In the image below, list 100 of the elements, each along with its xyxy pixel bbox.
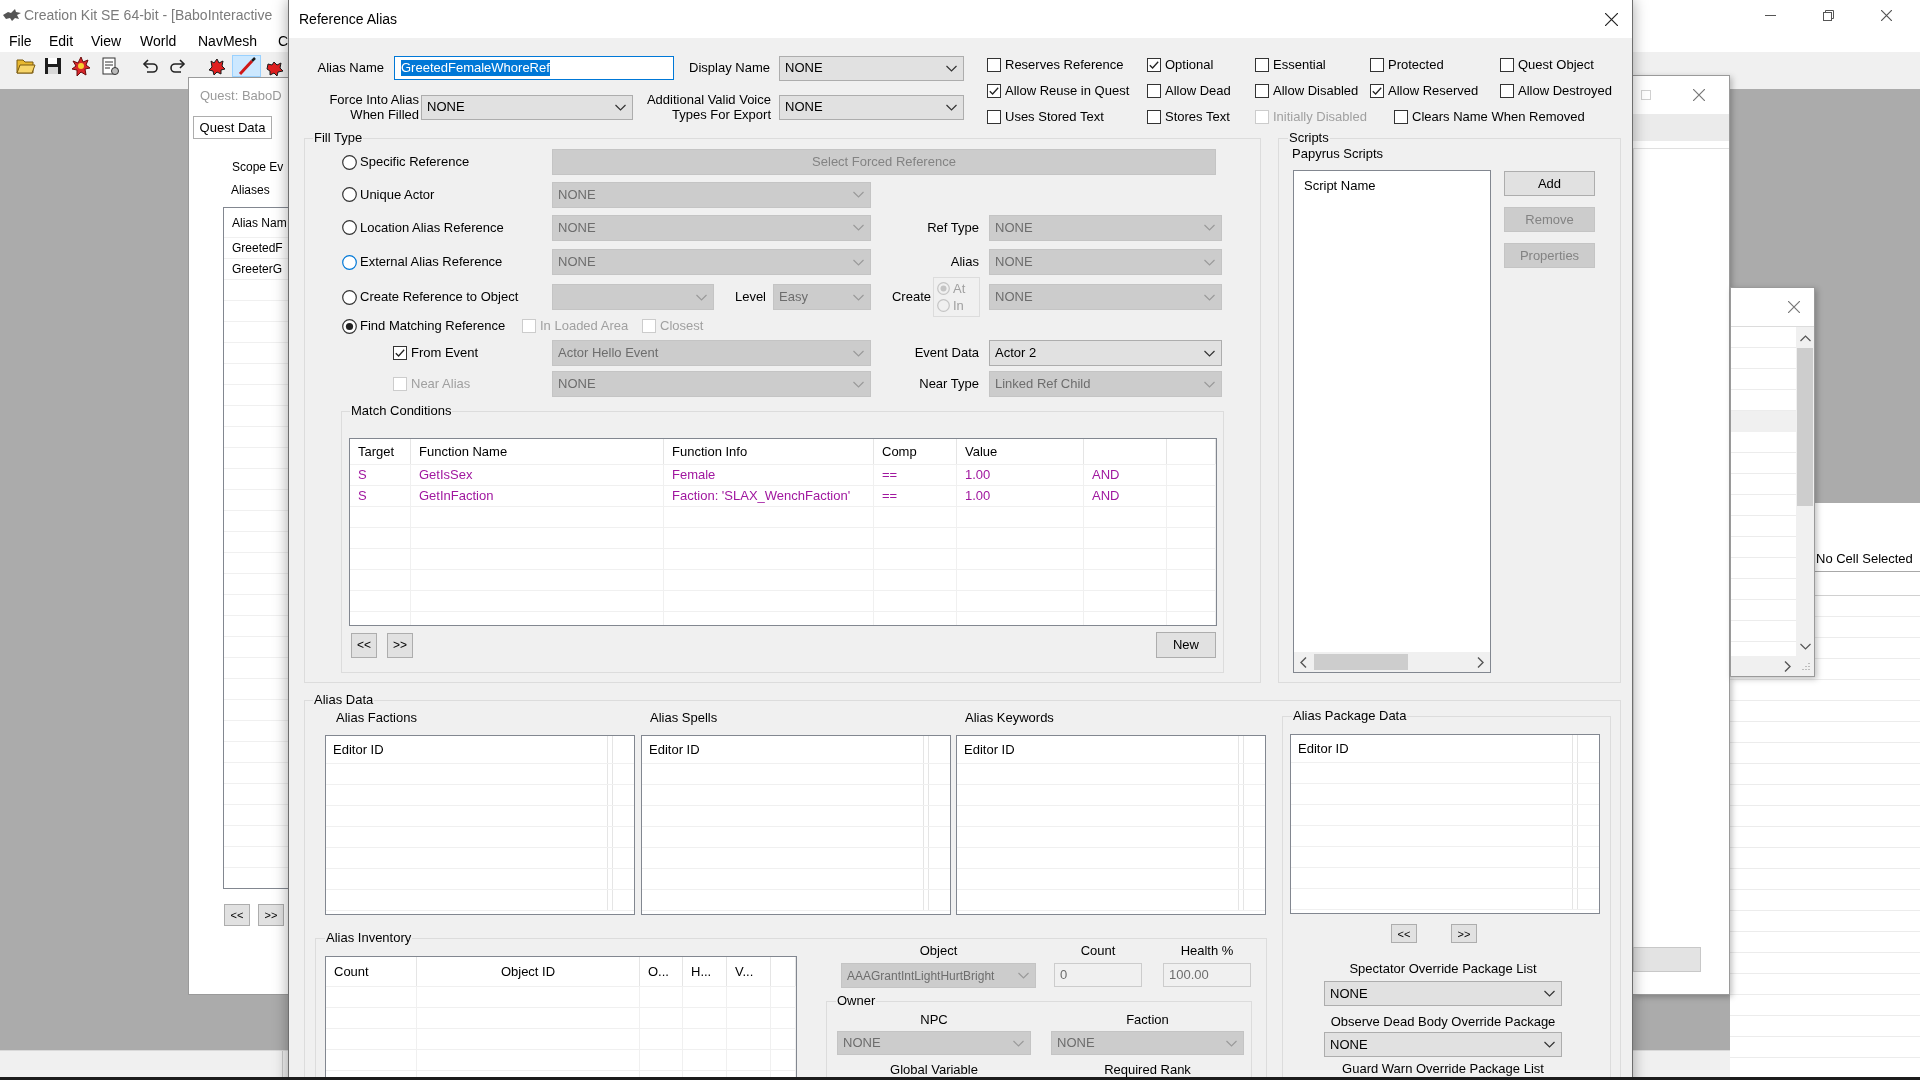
radio-button[interactable]: [342, 187, 357, 202]
tab[interactable]: Quest Data: [193, 116, 272, 139]
chevron-down-icon[interactable]: [1799, 643, 1811, 650]
table-cell: GetInFaction: [419, 488, 494, 504]
checkbox[interactable]: [987, 58, 1001, 72]
column-header[interactable]: Function Name: [419, 443, 508, 460]
radio-button[interactable]: [342, 154, 357, 170]
radio-button[interactable]: [342, 289, 357, 305]
field-label: Create: [891, 289, 931, 305]
close-icon[interactable]: [1880, 9, 1892, 21]
horizontal-scrollbar[interactable]: [1294, 652, 1490, 672]
column-header[interactable]: Function Info: [672, 443, 748, 460]
menu-item[interactable]: NavMesh: [198, 33, 258, 49]
dropdown[interactable]: Actor 2: [989, 340, 1222, 366]
checkbox[interactable]: [393, 346, 407, 360]
field-label: Force Into Alias When Filled: [328, 92, 419, 122]
column-header[interactable]: Count: [334, 963, 369, 980]
nav-button[interactable]: <<: [1391, 924, 1417, 943]
menu-item[interactable]: C: [278, 33, 289, 49]
dropdown[interactable]: NONE: [1324, 1032, 1562, 1057]
restore-icon[interactable]: [1822, 9, 1834, 21]
checkbox[interactable]: [1370, 58, 1384, 72]
chevron-down-icon: [1018, 972, 1029, 979]
column-header[interactable]: Editor ID: [1298, 740, 1349, 757]
list-item[interactable]: GreetedF: [232, 240, 283, 256]
field-label: NPC: [920, 1012, 948, 1028]
text-field[interactable]: [1633, 947, 1701, 972]
column-header[interactable]: Editor ID: [333, 741, 384, 758]
list-box[interactable]: Editor ID: [325, 735, 635, 915]
column-header[interactable]: Script Name: [1304, 178, 1376, 194]
checkbox-label: From Event: [411, 345, 479, 361]
checkbox[interactable]: [1147, 110, 1161, 124]
list-box[interactable]: Editor ID: [1290, 734, 1600, 914]
menu-item[interactable]: File: [9, 33, 32, 49]
list-box[interactable]: Alias Nam GreetedF GreeterG: [223, 207, 288, 889]
chevron-up-icon[interactable]: [1799, 335, 1811, 342]
column-header[interactable]: Editor ID: [649, 741, 700, 758]
checkbox-label: Allow Reserved: [1388, 83, 1479, 99]
checkbox[interactable]: [1147, 58, 1161, 72]
radio-button[interactable]: [342, 220, 357, 235]
checkbox[interactable]: [1147, 84, 1161, 98]
column-header[interactable]: H...: [691, 963, 712, 980]
checkbox[interactable]: [987, 110, 1001, 124]
column-header[interactable]: Alias Nam: [232, 214, 287, 231]
list-box[interactable]: Script Name: [1293, 170, 1491, 673]
chevron-down-icon: [946, 64, 957, 72]
field-label: Alias: [950, 254, 979, 270]
menu-item[interactable]: Edit: [49, 33, 74, 49]
checkbox-label: Allow Reuse in Quest: [1005, 83, 1130, 99]
column-header[interactable]: O...: [648, 963, 669, 980]
checkbox[interactable]: [1500, 58, 1514, 72]
nav-button[interactable]: <<: [224, 904, 250, 926]
chevron-down-icon: [853, 293, 864, 301]
list-item[interactable]: GreeterG: [232, 261, 282, 277]
field-label: Alias Name: [317, 60, 384, 76]
checkbox[interactable]: [1500, 84, 1514, 98]
column-header[interactable]: Value: [965, 443, 998, 460]
dropdown[interactable]: NONE: [421, 94, 633, 120]
dropdown[interactable]: NONE: [779, 94, 964, 120]
minimize-icon[interactable]: [1764, 14, 1776, 16]
close-icon[interactable]: [1605, 12, 1618, 26]
menu-item[interactable]: World: [140, 33, 177, 49]
section-label: Alias Factions: [336, 710, 417, 726]
checkbox[interactable]: [1255, 58, 1269, 72]
nav-button[interactable]: >>: [387, 632, 413, 658]
list-box[interactable]: Editor ID: [956, 735, 1266, 915]
checkbox[interactable]: [987, 84, 1001, 98]
nav-button[interactable]: >>: [258, 904, 284, 926]
column-header[interactable]: Comp: [882, 443, 917, 460]
text-field[interactable]: GreetedFemaleWhoreRef: [394, 56, 674, 80]
table-cell: Faction: 'SLAX_WenchFaction': [672, 488, 851, 504]
field-label: Global Variable: [890, 1062, 978, 1077]
resize-grip-icon[interactable]: [1801, 661, 1810, 671]
chevron-right-icon[interactable]: [1477, 656, 1484, 668]
chevron-down-icon: [853, 349, 864, 357]
column-header[interactable]: Object ID: [500, 963, 556, 980]
checkbox-label: Reserves Reference: [1005, 57, 1124, 73]
table-cell: S: [358, 467, 367, 483]
column-header[interactable]: Editor ID: [964, 741, 1015, 758]
action-button[interactable]: Add: [1504, 171, 1595, 196]
chevron-right-icon[interactable]: [1784, 660, 1791, 672]
vertical-scrollbar[interactable]: [1796, 327, 1814, 656]
checkbox[interactable]: [1394, 110, 1408, 124]
column-header[interactable]: Target: [358, 443, 395, 460]
checkbox[interactable]: [1255, 84, 1269, 98]
nav-button[interactable]: >>: [1451, 924, 1477, 943]
field-label: Faction: [1126, 1012, 1169, 1028]
radio-label: Find Matching Reference: [360, 318, 506, 334]
menu-item[interactable]: View: [91, 33, 122, 49]
radio-button[interactable]: [342, 318, 357, 334]
nav-button[interactable]: <<: [351, 632, 377, 658]
dropdown[interactable]: NONE: [1324, 981, 1562, 1006]
dropdown[interactable]: NONE: [779, 55, 964, 81]
radio-button[interactable]: [342, 254, 357, 270]
chevron-left-icon[interactable]: [1300, 656, 1307, 668]
column-header[interactable]: V...: [735, 963, 754, 980]
list-box[interactable]: Editor ID: [641, 735, 951, 915]
checkbox-label: Protected: [1388, 57, 1444, 73]
checkbox[interactable]: [1370, 84, 1384, 98]
new-button[interactable]: New: [1156, 632, 1216, 658]
